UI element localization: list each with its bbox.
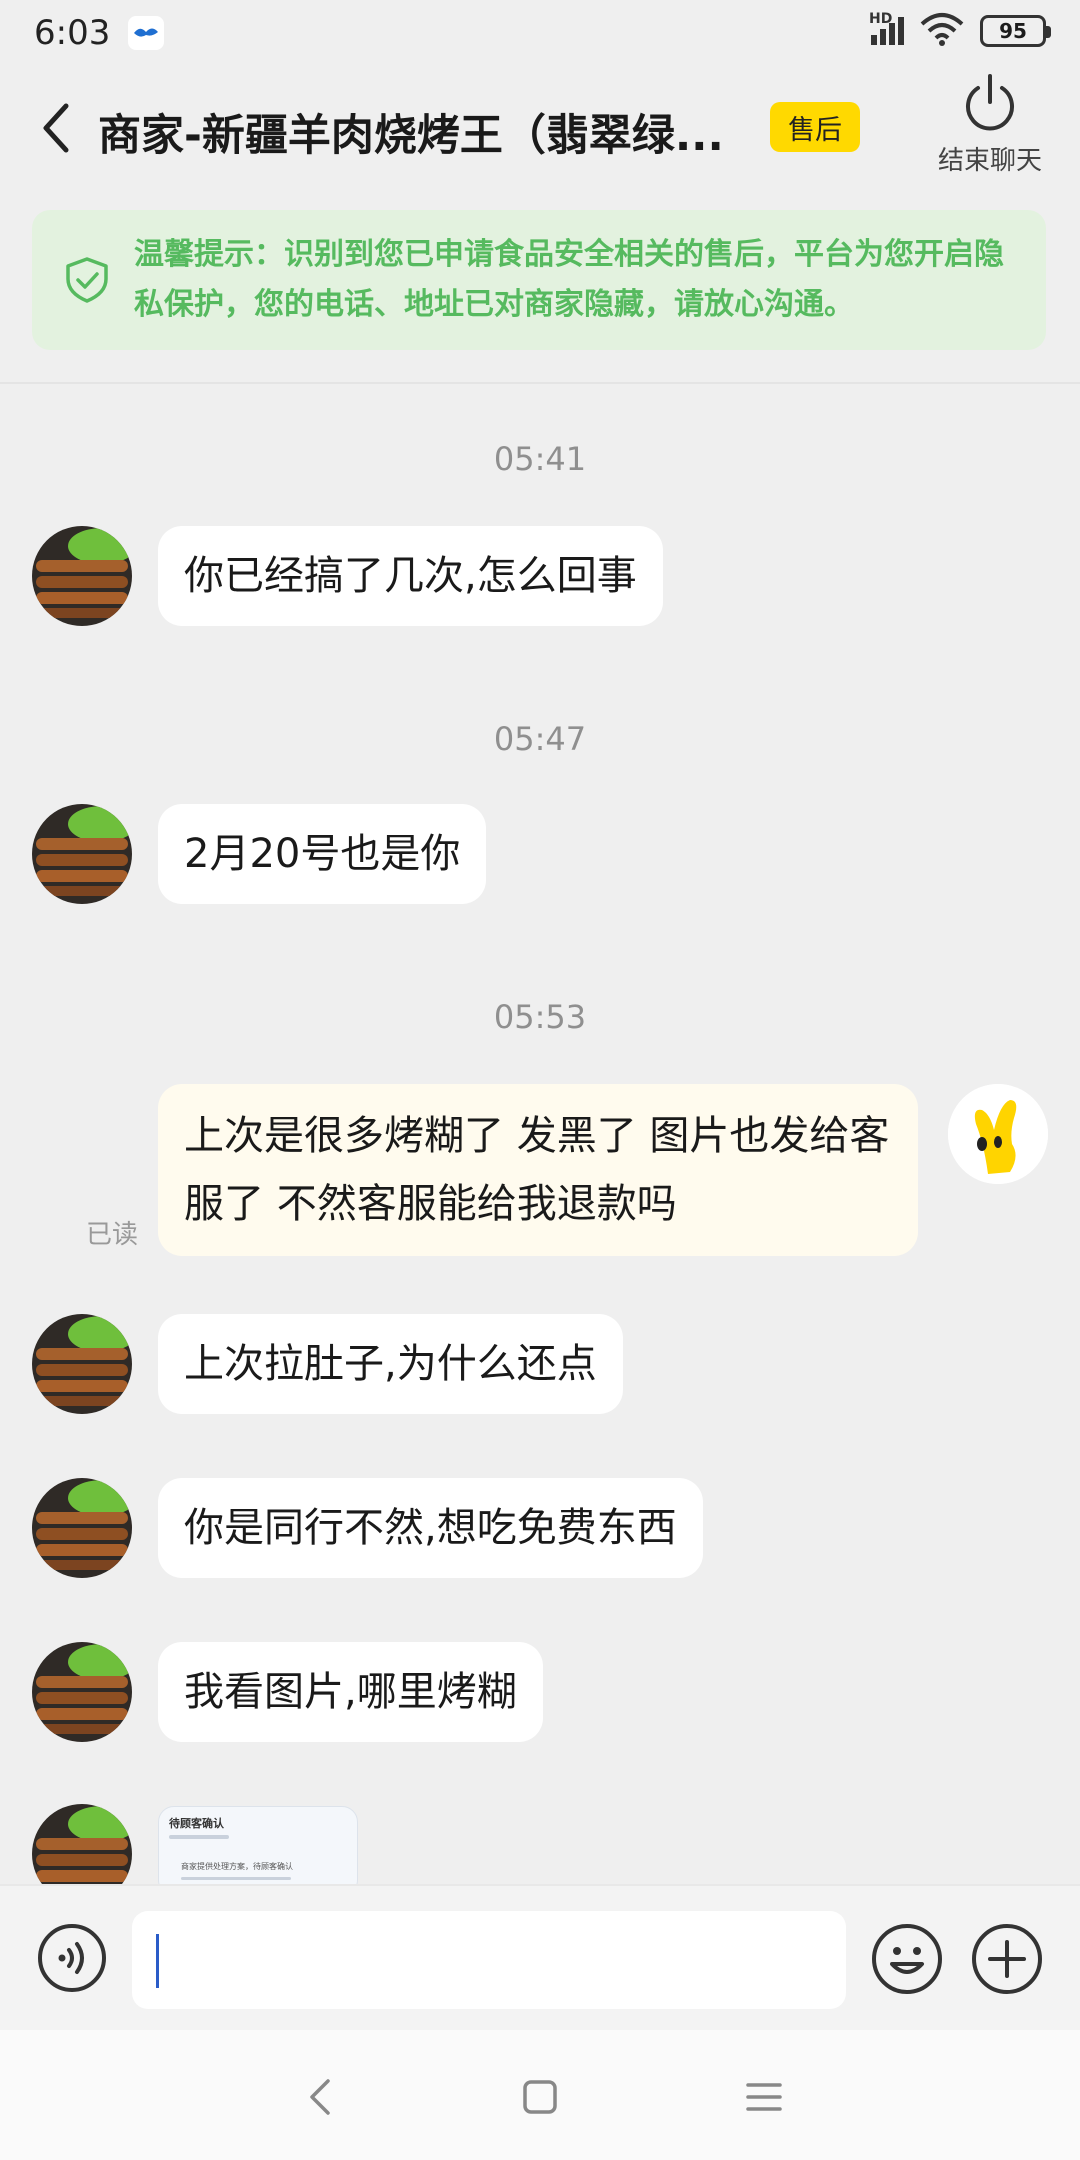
- back-button[interactable]: [32, 96, 80, 160]
- text-caret: [156, 1934, 159, 1988]
- nav-back-icon[interactable]: [300, 2075, 344, 2119]
- my-message[interactable]: 上次是很多烤糊了 发黑了 图片也发给客服了 不然客服能给我退款吗: [158, 1084, 918, 1256]
- merchant-avatar[interactable]: [32, 1804, 132, 1884]
- status-time: 6:03: [34, 13, 111, 53]
- privacy-notice: 温馨提示：识别到您已申请食品安全相关的售后，平台为您开启隐私保护，您的电话、地址…: [32, 210, 1046, 350]
- timestamp: 05:41: [493, 440, 587, 478]
- merchant-message[interactable]: 你是同行不然,想吃免费东西: [158, 1478, 703, 1578]
- back-arrow-icon: [43, 103, 69, 153]
- shield-check-icon: [66, 257, 108, 303]
- smile-icon[interactable]: [870, 1922, 944, 1996]
- timestamp: 05:47: [493, 720, 587, 758]
- voice-icon[interactable]: [36, 1922, 108, 1994]
- after-sale-badge: 售后: [770, 102, 860, 152]
- thumb-line: [169, 1835, 229, 1839]
- merchant-message[interactable]: 2月20号也是你: [158, 804, 487, 904]
- end-chat-label: 结束聊天: [937, 146, 1042, 176]
- battery-icon: 95: [980, 15, 1051, 47]
- message-list[interactable]: 05:41 你已经搞了几次,怎么回事 05:47 2月20号也是你 05:53 …: [0, 384, 1080, 1884]
- timestamp: 05:53: [493, 998, 587, 1036]
- merchant-avatar[interactable]: [32, 1642, 132, 1742]
- merchant-message[interactable]: 我看图片,哪里烤糊: [158, 1642, 543, 1742]
- merchant-message[interactable]: 上次拉肚子,为什么还点: [158, 1314, 623, 1414]
- status-icons: HD 95: [869, 11, 1051, 50]
- merchant-avatar[interactable]: [32, 1314, 132, 1414]
- chat-header: 商家-新疆羊肉烧烤王（翡翠绿... 售后 结束聊天: [0, 66, 1080, 196]
- status-bar: 6:03 HD 95: [0, 0, 1080, 66]
- system-nav-bar: [0, 2030, 1080, 2160]
- thumb-line: [181, 1877, 291, 1880]
- chat-screen: 6:03 HD 95 商家-新疆羊肉烧烤王（翡翠绿... 售后 结束聊天 温馨提…: [0, 0, 1080, 2160]
- signal-icon: HD: [869, 11, 904, 45]
- thumb-subtitle: 商家提供处理方案，待顾客确认: [181, 1862, 293, 1871]
- image-message[interactable]: 待顾客确认 商家提供处理方案，待顾客确认: [158, 1806, 358, 1884]
- plus-circle-icon[interactable]: [970, 1922, 1044, 1996]
- notification-app-icon: [128, 16, 165, 50]
- merchant-message[interactable]: 你已经搞了几次,怎么回事: [158, 526, 663, 626]
- end-chat-button[interactable]: 结束聊天: [920, 72, 1060, 192]
- nav-home-icon[interactable]: [518, 2075, 562, 2119]
- thumb-title: 待顾客确认: [169, 1817, 224, 1830]
- read-status: 已读: [86, 1220, 139, 1250]
- power-icon: [966, 74, 1014, 131]
- input-bar: [0, 1884, 1080, 2030]
- message-input[interactable]: [132, 1911, 846, 2009]
- merchant-avatar[interactable]: [32, 1478, 132, 1578]
- merchant-avatar[interactable]: [32, 526, 132, 626]
- notice-text: 温馨提示：识别到您已申请食品安全相关的售后，平台为您开启隐私保护，您的电话、地址…: [134, 237, 1004, 322]
- chat-title: 商家-新疆羊肉烧烤王（翡翠绿...: [98, 111, 724, 161]
- nav-menu-icon[interactable]: [742, 2075, 786, 2119]
- my-avatar[interactable]: [948, 1084, 1048, 1184]
- hd-label: HD: [869, 11, 893, 27]
- wifi-icon: [920, 12, 964, 50]
- merchant-avatar[interactable]: [32, 804, 132, 904]
